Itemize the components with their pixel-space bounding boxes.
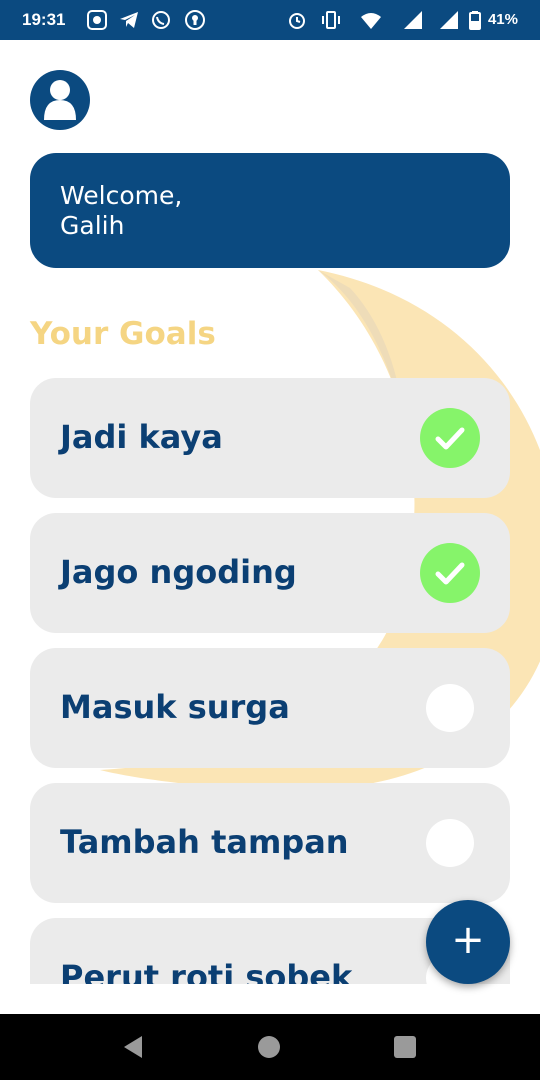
back-icon[interactable] xyxy=(120,1034,146,1060)
welcome-greeting: Welcome, xyxy=(60,181,183,210)
goal-item[interactable]: Masuk surga xyxy=(30,648,510,768)
signal-icon xyxy=(440,11,458,29)
home-icon[interactable] xyxy=(257,1035,281,1059)
telegram-icon xyxy=(120,12,138,28)
lock-icon xyxy=(185,10,205,30)
goal-checkbox-unchecked[interactable] xyxy=(426,684,474,732)
battery-icon xyxy=(469,11,481,30)
goal-checkbox-checked[interactable] xyxy=(420,543,480,603)
goal-item[interactable]: Tambah tampan xyxy=(30,783,510,903)
welcome-card: Welcome, Galih xyxy=(30,153,510,268)
navigation-bar xyxy=(0,1014,540,1080)
goals-list[interactable]: Jadi kaya Jago ngoding Masuk surga Tamba… xyxy=(30,378,510,984)
dot-icon xyxy=(87,10,107,30)
wifi-icon xyxy=(361,13,381,29)
status-bar: 19:31 41% xyxy=(0,0,540,40)
goal-item[interactable]: Jadi kaya xyxy=(30,378,510,498)
goal-label: Tambah tampan xyxy=(60,823,349,861)
goal-item[interactable]: Jago ngoding xyxy=(30,513,510,633)
status-time: 19:31 xyxy=(22,10,66,29)
welcome-username: Galih xyxy=(60,211,125,240)
whatsapp-icon xyxy=(152,11,170,29)
check-icon xyxy=(435,562,465,585)
battery-percent: 41% xyxy=(487,11,518,28)
alarm-icon xyxy=(289,13,305,29)
user-icon xyxy=(44,80,76,120)
goal-label: Masuk surga xyxy=(60,688,290,726)
goals-title: Your Goals xyxy=(30,316,216,352)
plus-icon: + xyxy=(451,917,485,963)
check-icon xyxy=(435,427,465,450)
profile-avatar-button[interactable] xyxy=(30,70,90,130)
recents-icon[interactable] xyxy=(393,1035,417,1059)
goal-label: Perut roti sobek xyxy=(60,958,353,984)
add-goal-button[interactable]: + xyxy=(426,900,510,984)
goal-label: Jago ngoding xyxy=(60,553,297,591)
goal-checkbox-checked[interactable] xyxy=(420,408,480,468)
vibrate-icon xyxy=(322,11,340,29)
signal-icon xyxy=(404,11,422,29)
goal-label: Jadi kaya xyxy=(60,418,223,456)
goal-checkbox-unchecked[interactable] xyxy=(426,819,474,867)
